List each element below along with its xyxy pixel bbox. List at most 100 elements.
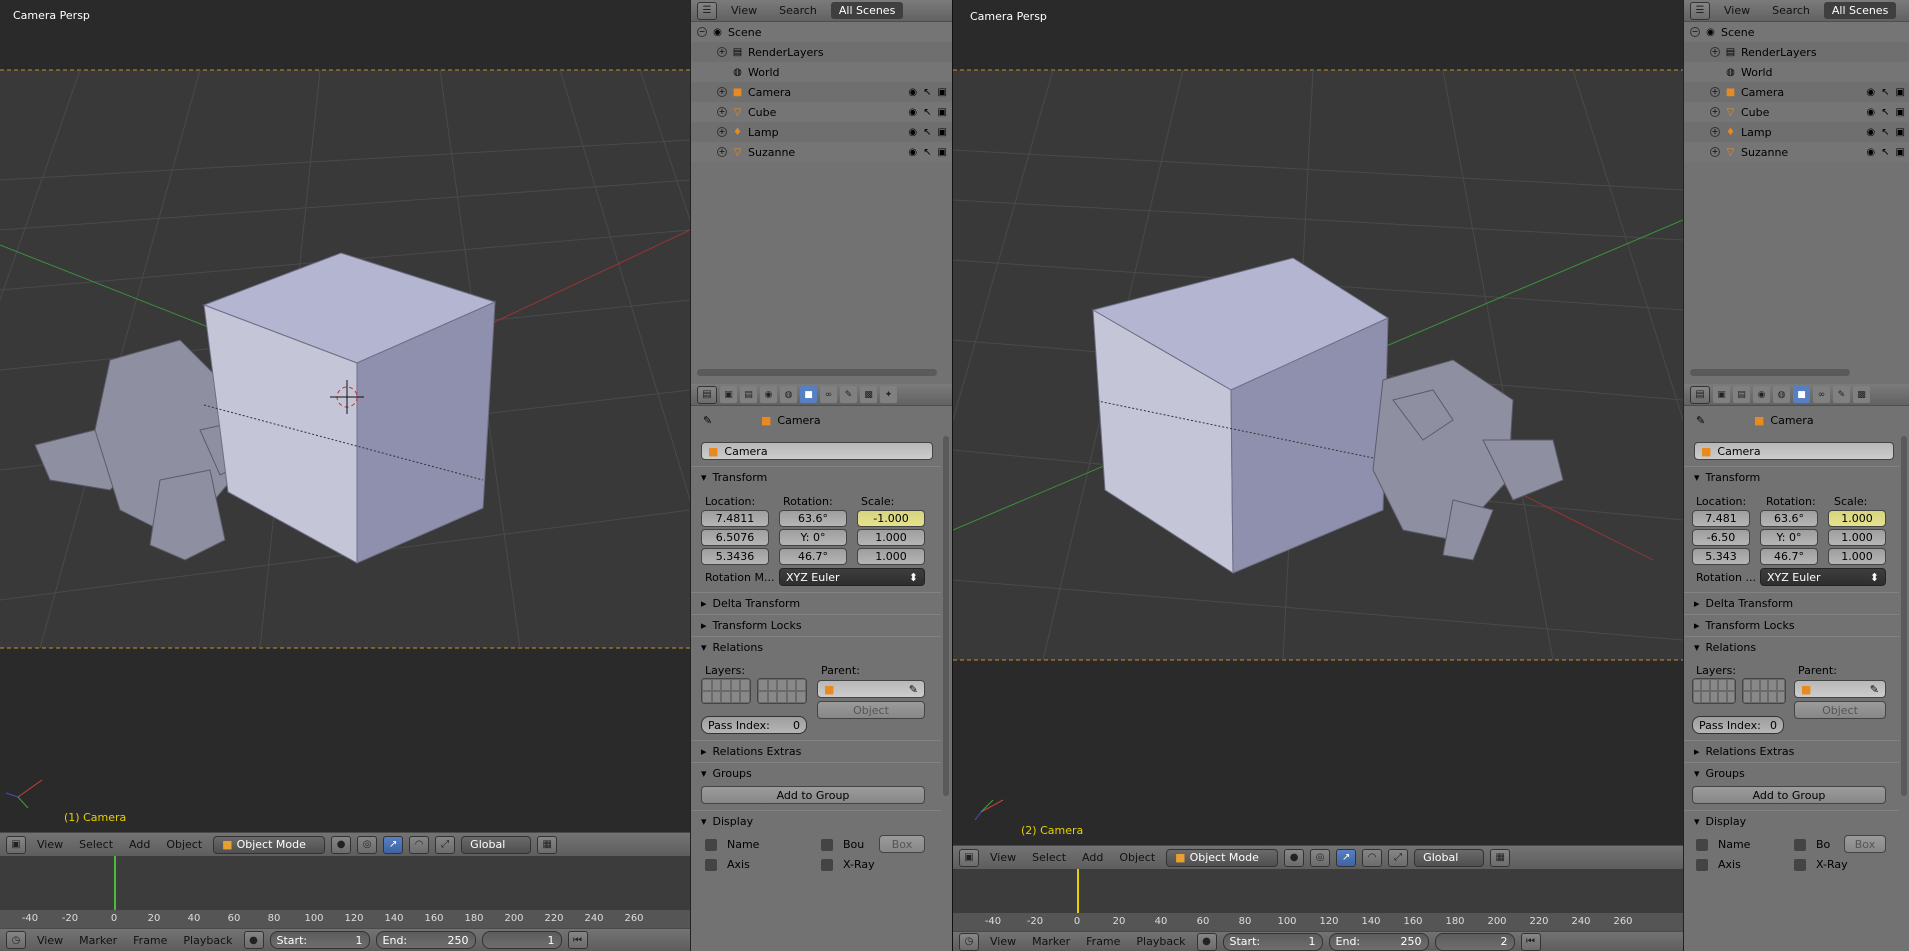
display-bounds-checkbox[interactable]: Bou (821, 838, 864, 851)
pass-index-field[interactable]: Pass Index: 0 (701, 716, 807, 734)
properties-scrollbar[interactable] (1901, 436, 1907, 796)
bounds-type-dropdown[interactable]: Box (1844, 835, 1886, 853)
panel-transform-locks[interactable]: ▸ Transform Locks (691, 614, 941, 636)
timeline-right[interactable]: -40 -20 0 20 40 60 80 100 120 140 160 180 200 2… (953, 869, 1683, 931)
editor-type-icon[interactable]: ◷ (959, 932, 979, 951)
rotation-mode-dropdown[interactable]: XYZ Euler ⬍ (779, 568, 925, 586)
scale-manipulator-icon[interactable]: ⤢ (1388, 848, 1409, 867)
panel-display[interactable]: ▾ Display (691, 810, 941, 832)
texture-tab-icon[interactable]: ▩ (860, 386, 877, 403)
shading-icon[interactable]: ● (331, 835, 352, 854)
editor-type-icon[interactable]: ▤ (1690, 385, 1710, 404)
display-xray-checkbox[interactable]: X-Ray (1794, 858, 1848, 871)
menu-frame[interactable]: Frame (128, 934, 172, 947)
jump-start-icon[interactable]: ⏮ (567, 931, 588, 949)
editor-type-icon[interactable]: ◷ (6, 931, 26, 949)
display-axis-checkbox[interactable]: Axis (705, 858, 750, 871)
pin-icon[interactable]: ✎ (1696, 414, 1705, 427)
start-frame-field[interactable]: Start: 1 (269, 931, 370, 949)
render-tab-icon[interactable]: ▣ (720, 386, 737, 403)
rotate-manipulator-icon[interactable]: ◠ (1362, 848, 1383, 867)
pivot-icon[interactable]: ◎ (1310, 848, 1331, 867)
pin-icon[interactable]: ✎ (703, 414, 712, 427)
orientation-dropdown[interactable]: Global (461, 835, 532, 854)
menu-add[interactable]: Add (1077, 851, 1108, 864)
menu-view[interactable]: View (985, 935, 1021, 948)
properties-left[interactable]: ▤ ▣ ▤ ◉ ◍ ■ ∞ ✎ ▩ ✦ ✎ ■ Camera ■ Camera ▾ … (691, 384, 952, 951)
editor-type-icon[interactable]: ▣ (959, 848, 979, 867)
outliner-row-renderlayers[interactable]: + ▤ RenderLayers (1684, 42, 1909, 62)
location-y-field[interactable]: -6.50 (1692, 529, 1750, 546)
outliner-left[interactable]: ☰ View Search All Scenes − ◉ Scene + ▤ Rende… (691, 0, 952, 384)
outliner-row-world[interactable]: ◍ World (691, 62, 952, 82)
scene-tab-icon[interactable]: ◉ (1753, 386, 1770, 403)
modifiers-tab-icon[interactable]: ✎ (840, 386, 857, 403)
outliner-right[interactable]: ☰ View Search All Scenes − ◉ Scene + ▤ Rende… (1684, 0, 1909, 384)
panel-display[interactable]: ▾ Display (1684, 810, 1899, 832)
manipulator-icon[interactable]: ↗ (1336, 848, 1357, 867)
menu-object[interactable]: Object (1114, 851, 1160, 864)
constraints-tab-icon[interactable]: ∞ (820, 386, 837, 403)
rotation-x-field[interactable]: 63.6° (1760, 510, 1818, 527)
rotation-z-field[interactable]: 46.7° (1760, 548, 1818, 565)
scale-y-field[interactable]: 1.000 (857, 529, 925, 546)
scale-manipulator-icon[interactable]: ⤢ (435, 835, 456, 854)
outliner-tab-search[interactable]: Search (771, 2, 825, 19)
location-z-field[interactable]: 5.3436 (701, 548, 769, 565)
viewport-3d-left[interactable]: Camera Persp (1) Camera (0, 0, 690, 832)
panel-relations[interactable]: ▾ Relations (691, 636, 941, 658)
outliner-tab-view[interactable]: View (1716, 2, 1758, 19)
manipulator-icon[interactable]: ↗ (383, 835, 404, 854)
menu-marker[interactable]: Marker (74, 934, 122, 947)
bounds-type-dropdown[interactable]: Box (879, 835, 925, 853)
rotation-y-field[interactable]: Y: 0° (1760, 529, 1818, 546)
layers-tab-icon[interactable]: ▤ (1733, 386, 1750, 403)
location-y-field[interactable]: 6.5076 (701, 529, 769, 546)
pass-index-field[interactable]: Pass Index: 0 (1692, 716, 1784, 734)
layers-icon[interactable]: ▦ (537, 835, 558, 854)
render-tab-icon[interactable]: ▣ (1713, 386, 1730, 403)
scene-tab-icon[interactable]: ◉ (760, 386, 777, 403)
parent-type-dropdown[interactable]: Object (1794, 701, 1886, 719)
outliner-hscroll[interactable] (1690, 369, 1850, 376)
start-frame-field[interactable]: Start: 1 (1222, 932, 1323, 951)
constraints-tab-icon[interactable]: ∞ (1813, 386, 1830, 403)
viewport-3d-right[interactable]: Camera Persp (2) Camera (953, 0, 1683, 845)
outliner-row-camera[interactable]: + ■ Camera ◉ ↖ ▣ (1684, 82, 1909, 102)
object-name-field[interactable]: ■ Camera (1694, 442, 1894, 460)
object-name-field[interactable]: ■ Camera (701, 442, 933, 460)
editor-type-icon[interactable]: ▣ (6, 835, 26, 854)
display-name-checkbox[interactable]: Name (1696, 838, 1750, 851)
rotate-manipulator-icon[interactable]: ◠ (409, 835, 430, 854)
outliner-tab-view[interactable]: View (723, 2, 765, 19)
rotation-z-field[interactable]: 46.7° (779, 548, 847, 565)
layers-icon[interactable]: ▦ (1490, 848, 1511, 867)
rotation-mode-dropdown[interactable]: XYZ Euler ⬍ (1760, 568, 1886, 586)
outliner-row-cube[interactable]: + ▽ Cube ◉ ↖ ▣ (691, 102, 952, 122)
modifiers-tab-icon[interactable]: ✎ (1833, 386, 1850, 403)
record-icon[interactable]: ● (243, 931, 264, 949)
current-frame-field[interactable]: 1 (481, 931, 562, 949)
scale-x-field[interactable]: 1.000 (1828, 510, 1886, 527)
layers-tab-icon[interactable]: ▤ (740, 386, 757, 403)
end-frame-field[interactable]: End: 250 (1328, 932, 1429, 951)
parent-field[interactable]: ■ ✎ (817, 680, 925, 698)
outliner-row-scene[interactable]: − ◉ Scene (691, 22, 952, 42)
editor-type-icon[interactable]: ☰ (1690, 1, 1710, 20)
panel-relations[interactable]: ▾ Relations (1684, 636, 1899, 658)
mode-dropdown[interactable]: ■ Object Mode (1166, 848, 1279, 867)
editor-type-icon[interactable]: ▤ (697, 385, 717, 404)
rotation-y-field[interactable]: Y: 0° (779, 529, 847, 546)
panel-delta-transform[interactable]: ▸ Delta Transform (1684, 592, 1899, 614)
rotation-x-field[interactable]: 63.6° (779, 510, 847, 527)
outliner-row-lamp[interactable]: + ♦ Lamp ◉ ↖ ▣ (691, 122, 952, 142)
menu-playback[interactable]: Playback (178, 934, 237, 947)
panel-transform[interactable]: ▾ Transform (1684, 466, 1899, 488)
menu-view[interactable]: View (32, 934, 68, 947)
scale-y-field[interactable]: 1.000 (1828, 529, 1886, 546)
panel-transform[interactable]: ▾ Transform (691, 466, 941, 488)
outliner-row-renderlayers[interactable]: + ▤ RenderLayers (691, 42, 952, 62)
timeline-left[interactable]: -40 -20 0 20 40 60 80 100 120 140 160 180 200 2… (0, 856, 690, 928)
menu-playback[interactable]: Playback (1131, 935, 1190, 948)
world-tab-icon[interactable]: ◍ (1773, 386, 1790, 403)
